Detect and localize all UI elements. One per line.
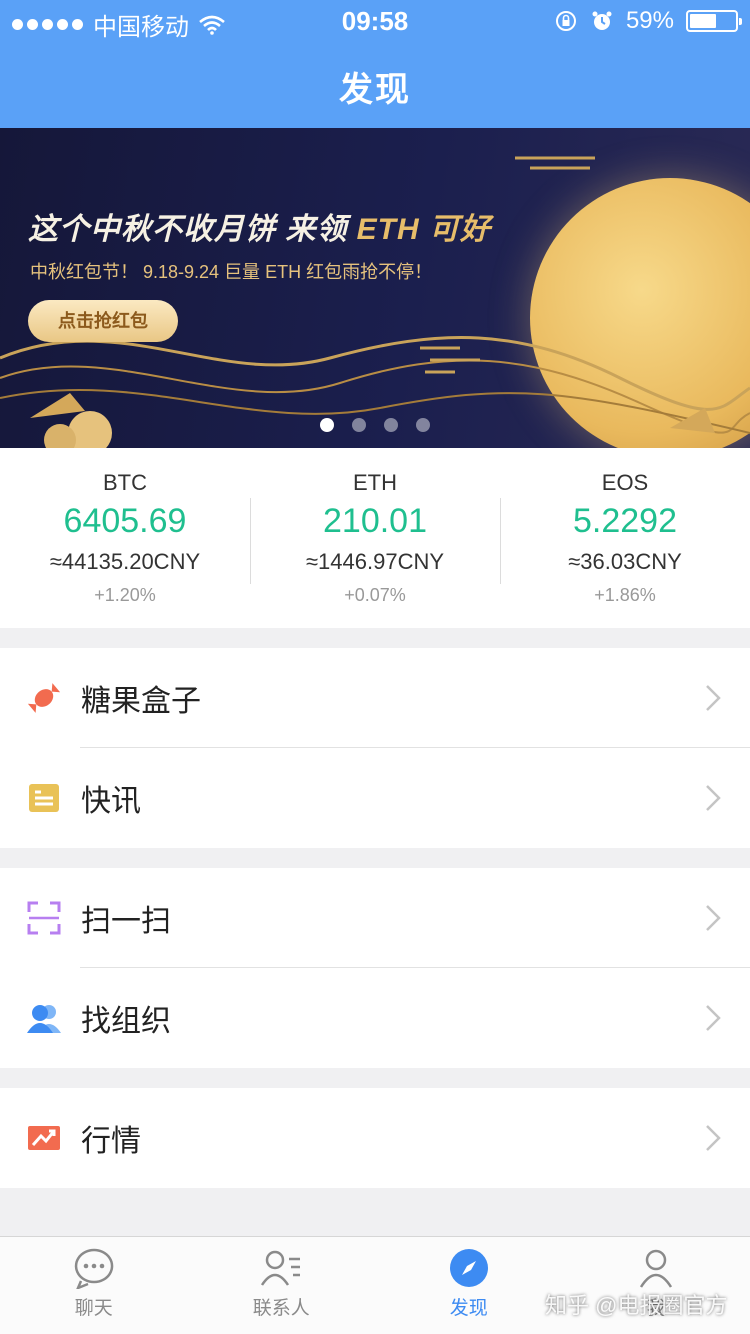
candy-icon (27, 681, 61, 715)
ticker-change: +1.86% (594, 585, 656, 605)
ticker-eth[interactable]: ETH 210.01 ≈1446.97CNY +0.07% (250, 448, 500, 628)
menu-label: 找组织 (81, 1005, 171, 1038)
alarm-icon (592, 11, 612, 30)
menu-label: 糖果盒子 (81, 685, 201, 718)
tab-label: 联系人 (252, 1298, 310, 1319)
tab-label: 发现 (449, 1298, 488, 1319)
tab-contacts[interactable]: 联系人 (188, 1237, 376, 1334)
tab-label: 聊天 (74, 1298, 113, 1319)
scan-icon (27, 901, 61, 935)
price-tickers: BTC 6405.69 ≈44135.20CNY +1.20% ETH 210.… (0, 448, 750, 628)
ticker-price: 210.01 (323, 502, 427, 540)
page-title: 发现 (339, 71, 411, 109)
banner-title: 这个中秋不收月饼 来领 ETH 可好 (28, 204, 491, 248)
menu-group-3: 行情 (0, 1088, 750, 1188)
tab-discover[interactable]: 发现 (375, 1237, 563, 1334)
pager-dot[interactable] (352, 418, 366, 432)
ticker-btc[interactable]: BTC 6405.69 ≈44135.20CNY +1.20% (0, 448, 250, 628)
menu-label: 行情 (81, 1125, 141, 1158)
banner-title-main: 这个中秋不收月饼 来领 (28, 213, 357, 246)
top-bar: 中国移动 09:58 59% 发现 (0, 0, 750, 128)
menu-item-candy-box[interactable]: 糖果盒子 (0, 648, 750, 748)
pager-dot[interactable] (384, 418, 398, 432)
menu-item-scan[interactable]: 扫一扫 (0, 868, 750, 968)
ticker-eos[interactable]: EOS 5.2292 ≈36.03CNY +1.86% (500, 448, 750, 628)
chevron-right-icon (706, 1005, 721, 1031)
menu-group-2: 扫一扫 找组织 (0, 868, 750, 1068)
ticker-cny: ≈36.03CNY (568, 549, 682, 574)
banner-pager[interactable] (0, 418, 750, 432)
menu-item-find-group[interactable]: 找组织 (0, 968, 750, 1068)
battery-icon (686, 10, 742, 32)
compass-icon (448, 1247, 490, 1289)
wave-decoration (0, 156, 750, 448)
chevron-right-icon (706, 905, 721, 931)
menu-label: 扫一扫 (81, 905, 171, 938)
status-bar: 中国移动 09:58 59% (0, 0, 750, 41)
banner-title-highlight: ETH 可好 (356, 213, 492, 246)
ticker-price: 6405.69 (63, 502, 187, 540)
banner-subtitle: 中秋红包节！ 9.18-9.24 巨量 ETH 红包雨抢不停！ (30, 262, 433, 282)
chevron-right-icon (706, 785, 721, 811)
grab-red-packet-button[interactable]: 点击抢红包 (28, 300, 178, 342)
ticker-cny: ≈44135.20CNY (49, 549, 201, 574)
status-right: 59% (554, 7, 742, 35)
contacts-icon (260, 1247, 302, 1289)
battery-percent: 59% (625, 7, 674, 34)
chevron-right-icon (706, 685, 721, 711)
menu-item-market[interactable]: 行情 (0, 1088, 750, 1188)
menu-group-1: 糖果盒子 快讯 (0, 648, 750, 848)
pager-dot[interactable] (320, 418, 334, 432)
ticker-price: 5.2292 (573, 502, 677, 540)
rotation-lock-icon (555, 11, 576, 31)
promo-banner[interactable]: 这个中秋不收月饼 来领 ETH 可好 中秋红包节！ 9.18-9.24 巨量 E… (0, 128, 750, 448)
group-icon (27, 1001, 61, 1035)
phone-screen: 中国移动 09:58 59% 发现 这个中秋不收月饼 来领 ETH 可好 中秋红… (0, 0, 750, 1334)
menu-item-news[interactable]: 快讯 (0, 748, 750, 848)
menu-label: 快讯 (81, 785, 141, 818)
ticker-symbol: EOS (601, 470, 649, 495)
ticker-change: +0.07% (344, 585, 406, 605)
chat-bubble-icon (73, 1247, 115, 1289)
pager-dot[interactable] (416, 418, 430, 432)
ticker-symbol: BTC (103, 470, 147, 495)
profile-icon (635, 1247, 677, 1289)
market-chart-icon (27, 1121, 61, 1155)
tab-chat[interactable]: 聊天 (0, 1237, 188, 1334)
ticker-cny: ≈1446.97CNY (305, 549, 445, 574)
ticker-symbol: ETH (353, 470, 397, 495)
chevron-right-icon (706, 1125, 721, 1151)
ticker-change: +1.20% (94, 585, 156, 605)
watermark-text: 知乎 @电报圈官方 (545, 1293, 728, 1318)
news-icon (27, 781, 61, 815)
